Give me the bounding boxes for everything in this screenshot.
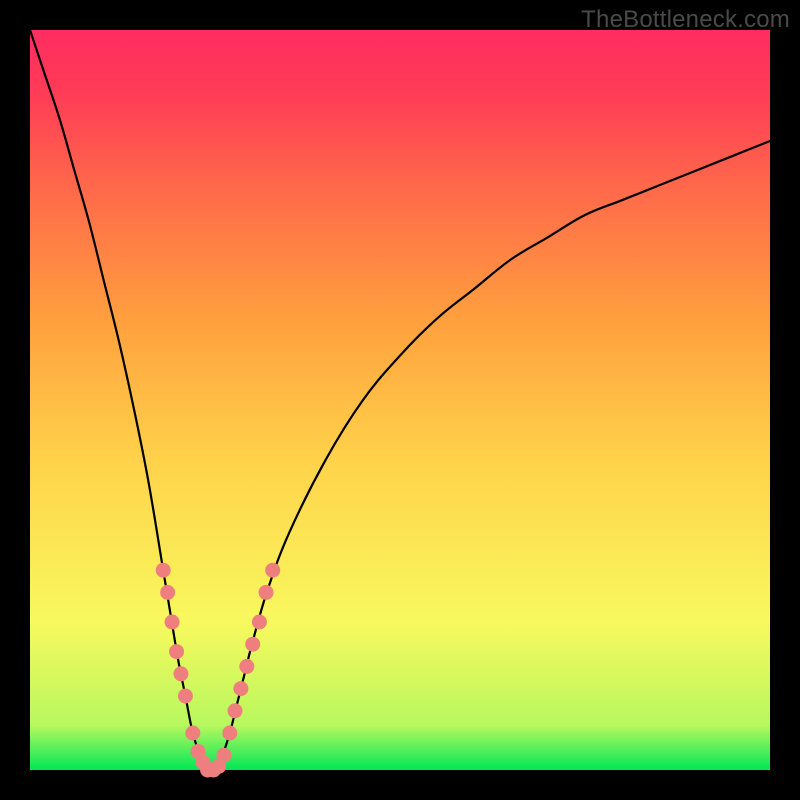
curve-markers: [156, 563, 281, 778]
curve-marker: [252, 615, 267, 630]
curve-marker: [245, 637, 260, 652]
curve-path: [30, 30, 770, 772]
curve-marker: [233, 681, 248, 696]
bottleneck-curve: [30, 30, 770, 770]
curve-marker: [173, 666, 188, 681]
curve-marker: [185, 726, 200, 741]
curve-marker: [178, 689, 193, 704]
curve-marker: [259, 585, 274, 600]
curve-marker: [216, 748, 231, 763]
curve-marker: [227, 703, 242, 718]
chart-frame: TheBottleneck.com: [0, 0, 800, 800]
curve-marker: [160, 585, 175, 600]
curve-marker: [222, 726, 237, 741]
plot-area: [30, 30, 770, 770]
curve-marker: [156, 563, 171, 578]
curve-marker: [265, 563, 280, 578]
curve-marker: [239, 659, 254, 674]
curve-marker: [169, 644, 184, 659]
curve-marker: [165, 615, 180, 630]
